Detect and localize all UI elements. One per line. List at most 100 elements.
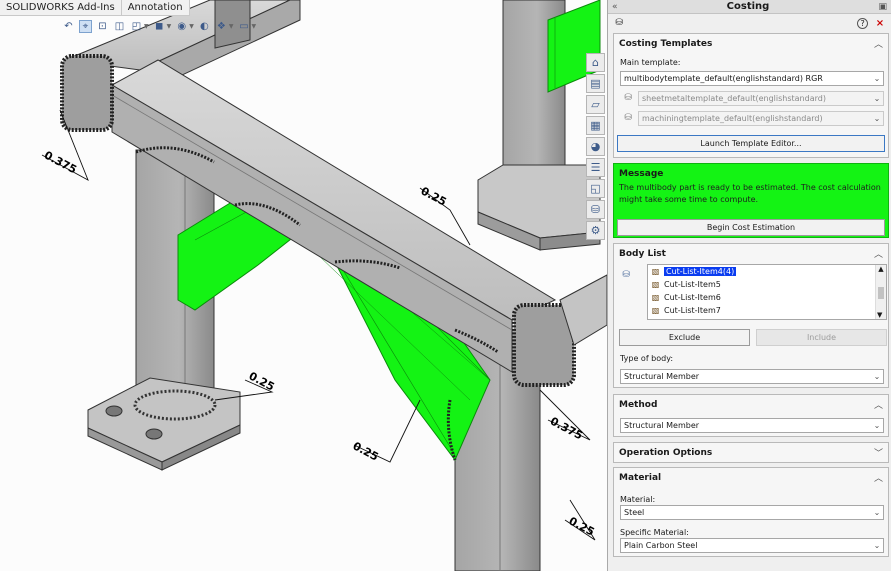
scroll-up-icon[interactable]: ▲	[878, 265, 883, 273]
view-settings-icon[interactable]: ▭	[238, 20, 251, 33]
operation-options-section: Operation Options ﹀	[613, 442, 889, 463]
section-header[interactable]: Material ︿	[614, 468, 888, 487]
help-icon[interactable]: ?	[857, 17, 869, 29]
pane-toolbar: ⛁ ? ×	[608, 14, 891, 32]
view-orientation-icon[interactable]: ◰	[130, 20, 143, 33]
chevron-up-icon[interactable]: ︿	[874, 471, 883, 484]
chevron-down-icon[interactable]: ▼	[167, 23, 172, 30]
chevron-up-icon[interactable]: ︿	[874, 37, 883, 50]
material-label: Material:	[620, 495, 656, 504]
method-select[interactable]: Structural Member ⌄	[620, 418, 884, 433]
sheetmetal-template-icon: ⛁	[624, 93, 632, 103]
appearances-icon[interactable]: ◕	[586, 137, 605, 156]
view-palette-icon[interactable]: ▦	[586, 116, 605, 135]
section-view-icon[interactable]: ◫	[113, 20, 126, 33]
edit-appearance-icon[interactable]: ◐	[198, 20, 211, 33]
section-title: Costing Templates	[619, 38, 713, 49]
task-pane-tabs: ⌂ ▤ ▱ ▦ ◕ ☰ ◱ ⛁ ⚙	[586, 53, 605, 240]
apply-scene-icon[interactable]: ❖	[215, 20, 228, 33]
scroll-thumb[interactable]	[878, 287, 884, 299]
chevron-up-icon[interactable]: ︿	[874, 398, 883, 411]
list-item[interactable]: ▧ Cut-List-Item6	[648, 291, 886, 304]
type-of-body-select[interactable]: Structural Member ⌄	[620, 369, 884, 384]
section-header[interactable]: Body List ︿	[614, 244, 888, 263]
cut-list-item-icon: ▧	[651, 305, 660, 315]
collapse-pane-icon[interactable]: «	[612, 2, 618, 12]
cut-list-item-icon: ▧	[651, 292, 660, 302]
chevron-down-icon: ⌄	[873, 94, 881, 103]
pane-title: Costing	[726, 1, 770, 12]
zoom-area-icon[interactable]: ⊡	[96, 20, 109, 33]
tab-solidworks-add-ins[interactable]: SOLIDWORKS Add-Ins	[0, 0, 122, 15]
chevron-down-icon: ⌄	[873, 114, 881, 123]
chevron-down-icon[interactable]: ⌄	[871, 419, 883, 432]
exclude-button[interactable]: Exclude	[619, 329, 750, 346]
cut-list-item-icon: ▧	[651, 279, 660, 289]
method-section: Method ︿ Structural Member ⌄	[613, 394, 889, 437]
section-title: Body List	[619, 248, 666, 259]
chevron-down-icon[interactable]: ⌄	[871, 72, 883, 85]
chevron-down-icon[interactable]: ▼	[144, 23, 149, 30]
type-of-body-label: Type of body:	[620, 354, 674, 363]
section-title: Method	[619, 399, 658, 410]
hide-show-icon[interactable]: ◉	[175, 20, 188, 33]
chevron-down-icon[interactable]: ⌄	[871, 370, 883, 383]
task-pane-title-bar: « Costing ▣	[608, 0, 891, 14]
specific-material-select[interactable]: Plain Carbon Steel ⌄	[620, 538, 884, 553]
section-header[interactable]: Operation Options ﹀	[614, 443, 888, 462]
begin-cost-estimation-button[interactable]: Begin Cost Estimation	[617, 219, 885, 236]
chevron-up-icon[interactable]: ︿	[874, 247, 883, 260]
design-library-icon[interactable]: ▤	[586, 74, 605, 93]
include-button[interactable]: Include	[756, 329, 887, 346]
weldment-model[interactable]	[0, 0, 607, 571]
chevron-down-icon[interactable]: ⌄	[871, 539, 883, 552]
list-item[interactable]: ▧ Cut-List-Item4(4)	[648, 265, 886, 278]
listbox-scrollbar[interactable]: ▲ ▼	[875, 265, 886, 319]
body-list-section: Body List ︿ ⛁ ▧ Cut-List-Item4(4) ▧ Cut-…	[613, 243, 889, 388]
chevron-down-icon[interactable]: ▼	[229, 23, 234, 30]
message-section: Message The multibody part is ready to b…	[613, 163, 889, 238]
chevron-down-icon[interactable]: ﹀	[874, 446, 883, 459]
front-leg-left[interactable]	[87, 149, 241, 471]
costing-templates-section: Costing Templates ︿ Main template: multi…	[613, 33, 889, 158]
home-icon[interactable]: ⌂	[586, 53, 605, 72]
chevron-down-icon[interactable]: ⌄	[871, 506, 883, 519]
scroll-down-icon[interactable]: ▼	[877, 311, 882, 319]
chevron-down-icon[interactable]: ▼	[189, 23, 194, 30]
graphics-viewport[interactable]: SOLIDWORKS Add-Ins Annotation ↶ ⌖ ⊡ ◫ ◰ …	[0, 0, 607, 571]
file-explorer-icon[interactable]: ▱	[586, 95, 605, 114]
main-template-select[interactable]: multibodytemplate_default(englishstandar…	[620, 71, 884, 86]
close-icon[interactable]: ×	[874, 17, 886, 29]
list-item[interactable]: ▧ Cut-List-Item7	[648, 304, 886, 317]
machining-template-icon: ⛁	[624, 113, 632, 123]
specific-material-label: Specific Material:	[620, 528, 689, 537]
cut-list-item-icon: ▧	[651, 266, 660, 276]
tube-end-left[interactable]	[60, 54, 114, 132]
list-item[interactable]: ▧ Cut-List-Item5	[648, 278, 886, 291]
settings-icon[interactable]: ⚙	[586, 221, 605, 240]
main-template-label: Main template:	[620, 58, 681, 67]
body-listbox[interactable]: ▧ Cut-List-Item4(4) ▧ Cut-List-Item5 ▧ C…	[647, 264, 887, 320]
previous-view-icon[interactable]: ↶	[62, 20, 75, 33]
pin-icon[interactable]: ▣	[878, 2, 887, 12]
costing-icon[interactable]: ⛁	[586, 200, 605, 219]
section-header[interactable]: Method ︿	[614, 395, 888, 414]
heads-up-view-toolbar: ↶ ⌖ ⊡ ◫ ◰ ▼ ◼ ▼ ◉ ▼ ◐ ❖ ▼ ▭ ▼	[62, 18, 256, 34]
forum-icon[interactable]: ◱	[586, 179, 605, 198]
command-manager-tabs: SOLIDWORKS Add-Ins Annotation	[0, 0, 190, 16]
display-style-icon[interactable]: ◼	[153, 20, 166, 33]
sheetmetal-template-select[interactable]: sheetmetaltemplate_default(englishstanda…	[638, 91, 884, 106]
section-header: Message	[614, 164, 888, 183]
material-select[interactable]: Steel ⌄	[620, 505, 884, 520]
machining-template-select[interactable]: machiningtemplate_default(englishstandar…	[638, 111, 884, 126]
costing-tool-icon[interactable]: ⛁	[613, 17, 625, 29]
launch-template-editor-button[interactable]: Launch Template Editor...	[617, 135, 885, 152]
chevron-down-icon[interactable]: ▼	[252, 23, 257, 30]
section-header[interactable]: Costing Templates ︿	[614, 34, 888, 53]
body-list-icon: ⛁	[622, 270, 630, 280]
tab-annotation[interactable]: Annotation	[122, 0, 190, 15]
zoom-to-fit-icon[interactable]: ⌖	[79, 19, 92, 33]
message-text: The multibody part is ready to be estima…	[619, 183, 881, 204]
custom-properties-icon[interactable]: ☰	[586, 158, 605, 177]
material-section: Material ︿ Material: Steel ⌄ Specific Ma…	[613, 467, 889, 557]
